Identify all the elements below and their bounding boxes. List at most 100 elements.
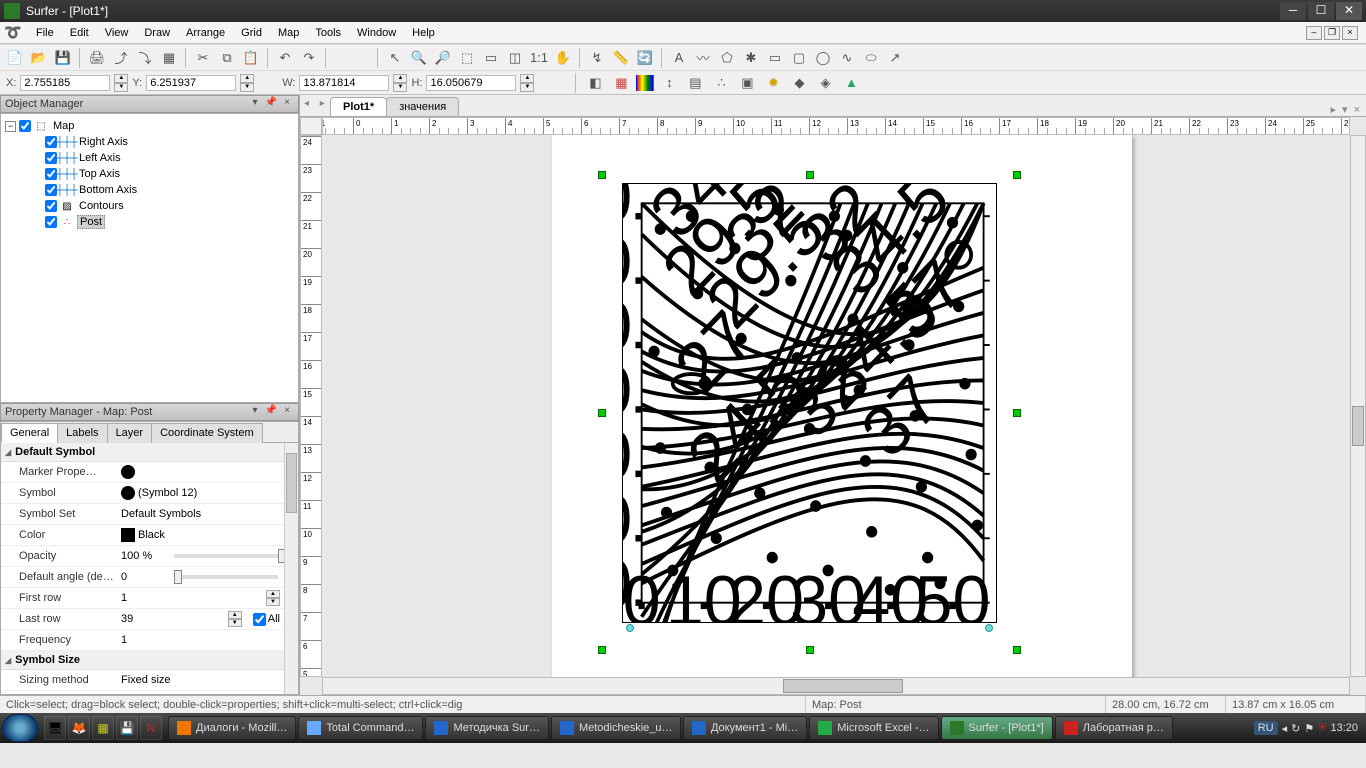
menu-edit[interactable]: Edit [62,25,97,41]
menu-window[interactable]: Window [349,25,404,41]
tab-scroll-right-icon[interactable]: ▸ [1331,103,1337,116]
tree-item-post[interactable]: ∴Post [31,214,294,230]
prop-row[interactable]: Frequency1 [1,630,284,651]
menu-tools[interactable]: Tools [307,25,349,41]
map-image-button[interactable]: ▦ [610,72,632,94]
fit-window-tool[interactable]: ◫ [504,47,526,69]
tray-arrow-icon[interactable]: ◂ [1282,722,1288,735]
property-body[interactable]: ◢Default SymbolMarker Prope…Symbol(Symbo… [1,443,298,694]
menu-map[interactable]: Map [270,25,307,41]
task-button[interactable]: Metodicheskie_u… [551,716,681,740]
language-indicator[interactable]: RU [1254,721,1278,735]
task-button[interactable]: Surfer - [Plot1*] [941,716,1053,740]
zoom-rect-tool[interactable]: ⬚ [456,47,478,69]
zoom-in-tool[interactable]: 🔍 [408,47,430,69]
map-post-button[interactable]: ∴ [710,72,732,94]
ruler-horizontal[interactable]: -101234567891011121314151617181920212223… [322,117,1350,135]
prop-row[interactable]: Default angle (de…0 [1,567,284,588]
expand-icon[interactable]: − [5,121,16,132]
start-button[interactable] [2,714,38,742]
trackball-tool[interactable]: 🔄 [634,47,656,69]
h-input[interactable] [426,75,516,91]
import-button[interactable]: ⤵ [134,47,156,69]
w-spinner[interactable]: ▲▼ [393,74,407,92]
tree-root-map[interactable]: − ⬚ Map [5,118,294,134]
rounded-rect-tool[interactable]: ▢ [788,47,810,69]
task-button[interactable]: Лаборатная р… [1055,716,1173,740]
map-checkbox[interactable] [19,120,31,132]
map-watershed-button[interactable]: ✹ [762,72,784,94]
system-tray[interactable]: RU ◂ ↻ ⚑ ⛨ 13:20 [1248,721,1364,735]
ql-tc-icon[interactable]: ▦ [92,716,114,740]
task-button[interactable]: Диалоги - Mozill… [168,716,296,740]
print-button[interactable]: 🖨 [86,47,108,69]
property-scrollbar[interactable] [284,443,298,694]
ellipse-tool[interactable]: ◯ [812,47,834,69]
zoom-out-tool[interactable]: 🔎 [432,47,454,69]
tree-item-left-axis[interactable]: ┼┼┼Left Axis [31,150,294,166]
handle-sw[interactable] [598,646,606,654]
redo-button[interactable]: ↷ [298,47,320,69]
prop-row[interactable]: ColorBlack [1,525,284,546]
tree-item-contours[interactable]: ▨Contours [31,198,294,214]
new-button[interactable]: 📄 [4,47,26,69]
prop-row[interactable]: Sizing methodFixed size [1,670,284,691]
task-button[interactable]: Методичка Sur… [425,716,548,740]
reshape-tool[interactable]: ↯ [586,47,608,69]
y-spinner[interactable]: ▲▼ [240,74,254,92]
prop-tab-coordinate-system[interactable]: Coordinate System [151,423,263,443]
menu-draw[interactable]: Draw [136,25,178,41]
w-input[interactable] [299,75,389,91]
map-base-button[interactable]: ▣ [736,72,758,94]
prop-row[interactable]: Opacity100 % [1,546,284,567]
mdi-restore-button[interactable]: ❐ [1324,26,1340,40]
menu-grid[interactable]: Grid [233,25,270,41]
undo-button[interactable]: ↶ [274,47,296,69]
menu-file[interactable]: File [28,25,62,41]
object-manager-tree[interactable]: − ⬚ Map ┼┼┼Right Axis┼┼┼Left Axis┼┼┼Top … [0,113,299,403]
vertical-scrollbar[interactable] [1350,135,1366,677]
fit-page-tool[interactable]: ▭ [480,47,502,69]
prop-row[interactable]: Last row39▲▼ All [1,609,284,630]
tree-item-right-axis[interactable]: ┼┼┼Right Axis [31,134,294,150]
prop-tab-labels[interactable]: Labels [57,423,107,443]
spline-tool[interactable]: ∿ [836,47,858,69]
spline-area-tool[interactable]: ⬭ [860,47,882,69]
menu-view[interactable]: View [97,25,137,41]
task-button[interactable]: Total Command… [298,716,423,740]
open-button[interactable]: 📂 [28,47,50,69]
clock[interactable]: 13:20 [1330,722,1358,734]
paste-button[interactable]: 📋 [240,47,262,69]
prop-tab-layer[interactable]: Layer [107,423,153,443]
prop-row[interactable]: Symbol(Symbol 12) [1,483,284,504]
minimize-button[interactable]: ─ [1280,2,1306,20]
map-3d-button[interactable]: ◆ [788,72,810,94]
tray-flag-icon[interactable]: ⚑ [1304,722,1314,735]
measure-tool[interactable]: 📏 [610,47,632,69]
prop-group-default-symbol[interactable]: ◢Default Symbol [1,443,284,462]
prop-close-button[interactable]: × [280,405,294,419]
tab-close-icon[interactable]: × [1354,104,1360,116]
tray-shield-icon[interactable]: ⛨ [1318,722,1326,735]
prop-group-symbol-size[interactable]: ◢Symbol Size [1,651,284,670]
digitize-tool[interactable]: ↗ [884,47,906,69]
map-surface-button[interactable]: ▲ [840,72,862,94]
handle-n[interactable] [806,171,814,179]
tree-item-top-axis[interactable]: ┼┼┼Top Axis [31,166,294,182]
actual-size-tool[interactable]: 1:1 [528,47,550,69]
task-button[interactable]: Документ1 - Mi… [683,716,807,740]
prop-row[interactable]: Symbol size0.150 cm [1,691,284,694]
tree-item-bottom-axis[interactable]: ┼┼┼Bottom Axis [31,182,294,198]
x-spinner[interactable]: ▲▼ [114,74,128,92]
plot-viewport[interactable]: 01020304050 0102030405060 24.52729.53234… [322,135,1350,677]
prop-row[interactable]: Marker Prope… [1,462,284,483]
prop-pin-button[interactable]: 📌 [264,405,278,419]
panel-menu-button[interactable]: ▾ [248,97,262,111]
pan-tool[interactable]: ✋ [552,47,574,69]
task-button[interactable]: Microsoft Excel -… [809,716,938,740]
export-button[interactable]: ⤴ [110,47,132,69]
ql-firefox-icon[interactable]: 🦊 [68,716,90,740]
text-tool[interactable]: A [668,47,690,69]
ql-novell-icon[interactable]: N [140,716,162,740]
mdi-close-button[interactable]: × [1342,26,1358,40]
